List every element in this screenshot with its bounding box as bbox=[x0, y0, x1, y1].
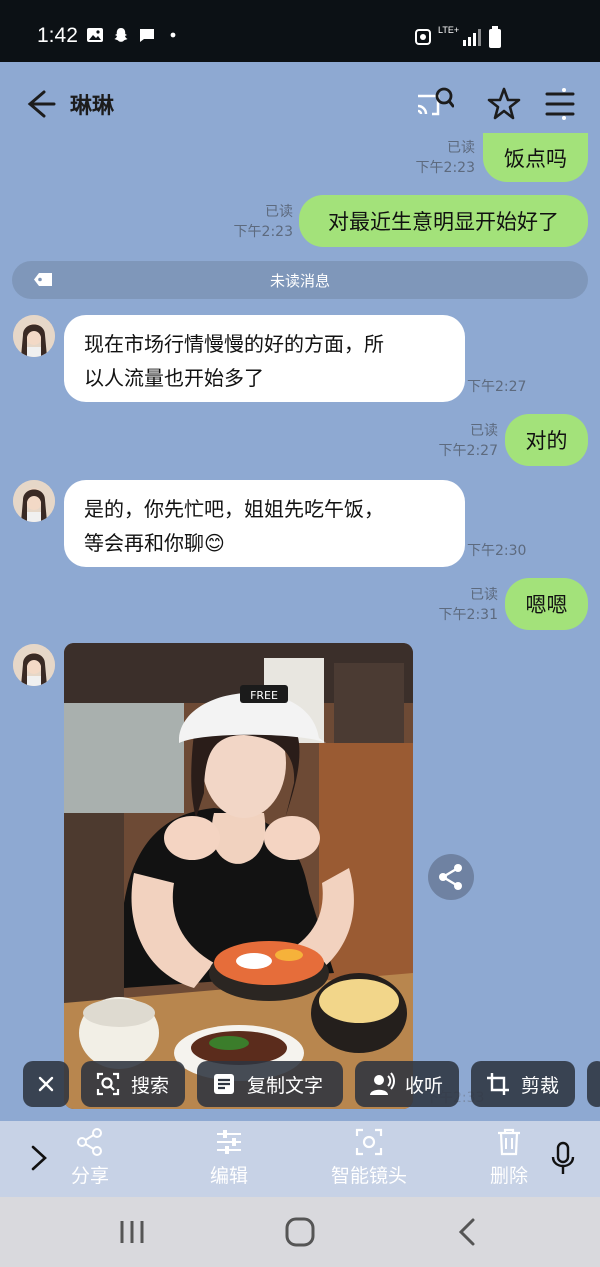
outgoing-message[interactable]: 饭点吗 bbox=[483, 133, 588, 182]
message-meta: 已读 下午2:31 bbox=[420, 585, 498, 625]
crop-icon bbox=[487, 1073, 509, 1095]
trash-icon bbox=[498, 1128, 520, 1156]
close-icon bbox=[38, 1076, 54, 1092]
toolbar-share-button[interactable]: 分享 bbox=[45, 1127, 135, 1188]
message-line: 现在市场行情慢慢的好的方面，所 bbox=[84, 332, 384, 356]
message-time: 下午2:27 bbox=[467, 379, 527, 395]
incoming-message[interactable]: 是的，你先忙吧，姐姐先吃午饭， 等会再和你聊😊 bbox=[64, 480, 465, 567]
message-meta: 已读 下午2:23 bbox=[215, 202, 293, 242]
unread-divider: 未读消息 bbox=[12, 261, 588, 299]
share-button[interactable] bbox=[428, 854, 474, 900]
message-text: 对最近生意明显开始好了 bbox=[328, 210, 559, 234]
toolbar-label: 分享 bbox=[70, 1165, 109, 1187]
toolbar-label: 智能镜头 bbox=[330, 1165, 407, 1187]
message-line: 以人流量也开始多了 bbox=[84, 366, 264, 390]
lens-search-chip[interactable]: 搜索 bbox=[81, 1061, 185, 1107]
message-icon bbox=[140, 29, 154, 42]
toolbar-label: 删除 bbox=[489, 1165, 528, 1187]
chip-label: 剪裁 bbox=[521, 1074, 560, 1097]
smart-lens-icon bbox=[355, 1128, 383, 1156]
smiling-face-emoji: 😊 bbox=[204, 531, 225, 555]
listen-icon bbox=[370, 1072, 395, 1095]
home-icon[interactable] bbox=[280, 1215, 320, 1249]
chip-label: 复制文字 bbox=[247, 1074, 324, 1097]
notification-icons bbox=[86, 26, 182, 44]
share-icon bbox=[439, 864, 462, 890]
outgoing-message[interactable]: 嗯嗯 bbox=[505, 578, 588, 630]
bottom-toolbar: 分享 编辑 智能镜头 删除 bbox=[0, 1121, 600, 1197]
back-nav-icon[interactable] bbox=[448, 1215, 488, 1249]
toolbar-smart-lens-button[interactable]: 智能镜头 bbox=[314, 1127, 424, 1188]
message-text: 嗯嗯 bbox=[525, 593, 568, 617]
message-text: 对的 bbox=[525, 429, 568, 453]
signal-icon bbox=[463, 29, 481, 46]
more-chip[interactable] bbox=[587, 1061, 600, 1107]
read-receipt: 已读 bbox=[470, 423, 498, 439]
chat-title: 琳琳 bbox=[70, 94, 115, 119]
cap-logo-text: FREE bbox=[250, 689, 278, 702]
microphone-icon[interactable] bbox=[548, 1141, 578, 1177]
message-meta: 已读 下午2:23 bbox=[400, 138, 475, 178]
outgoing-message[interactable]: 对最近生意明显开始好了 bbox=[299, 195, 588, 247]
system-nav-bar bbox=[0, 1197, 600, 1267]
photo-image: FREE bbox=[64, 643, 413, 1109]
message-time: 下午2:27 bbox=[438, 443, 498, 459]
avatar[interactable] bbox=[13, 315, 55, 357]
copy-text-icon bbox=[214, 1074, 234, 1094]
lens-search-icon bbox=[96, 1072, 120, 1096]
message-time: 下午2:30 bbox=[467, 543, 527, 559]
back-arrow-icon[interactable] bbox=[22, 86, 58, 122]
unread-label: 未读消息 bbox=[269, 272, 330, 290]
menu-icon[interactable] bbox=[540, 84, 580, 124]
read-receipt: 已读 bbox=[470, 587, 498, 603]
message-time: 下午2:31 bbox=[438, 607, 498, 623]
battery-icon bbox=[489, 26, 501, 48]
close-chips-button[interactable] bbox=[23, 1061, 69, 1107]
message-time: 下午2:23 bbox=[415, 160, 475, 176]
chip-label: 搜索 bbox=[131, 1074, 170, 1097]
incoming-message[interactable]: 现在市场行情慢慢的好的方面，所 以人流量也开始多了 bbox=[64, 315, 465, 402]
chat-header: 琳琳 bbox=[0, 62, 600, 140]
listen-chip[interactable]: 收听 bbox=[355, 1061, 459, 1107]
gallery-icon bbox=[87, 28, 103, 42]
message-meta: 已读 下午2:27 bbox=[420, 421, 498, 461]
photo-message[interactable]: FREE bbox=[64, 643, 413, 1109]
cast-search-icon[interactable] bbox=[414, 84, 454, 124]
status-bar: 1:42 LTE+ bbox=[0, 0, 600, 62]
favorite-star-icon[interactable] bbox=[484, 84, 524, 124]
avatar[interactable] bbox=[13, 644, 55, 686]
status-time: 1:42 bbox=[37, 24, 78, 47]
sliders-icon bbox=[217, 1130, 241, 1154]
toolbar-edit-button[interactable]: 编辑 bbox=[184, 1127, 274, 1188]
copy-text-chip[interactable]: 复制文字 bbox=[197, 1061, 343, 1107]
outgoing-message[interactable]: 对的 bbox=[505, 414, 588, 466]
toolbar-delete-button[interactable]: 删除 bbox=[464, 1127, 554, 1188]
read-receipt: 已读 bbox=[447, 140, 475, 156]
message-time: 下午2:23 bbox=[233, 224, 293, 240]
recent-apps-icon[interactable] bbox=[112, 1215, 152, 1249]
network-type: LTE+ bbox=[438, 25, 460, 35]
read-receipt: 已读 bbox=[265, 204, 293, 220]
crop-chip[interactable]: 剪裁 bbox=[471, 1061, 575, 1107]
chip-label: 收听 bbox=[405, 1074, 444, 1097]
message-line: 等会再和你聊😊 bbox=[84, 531, 225, 555]
share-icon bbox=[77, 1128, 102, 1156]
toolbar-label: 编辑 bbox=[209, 1165, 248, 1187]
avatar[interactable] bbox=[13, 480, 55, 522]
nfc-icon bbox=[415, 29, 431, 45]
message-text: 饭点吗 bbox=[504, 146, 567, 171]
more-notifications-icon bbox=[170, 32, 176, 38]
message-line: 是的，你先忙吧，姐姐先吃午饭， bbox=[84, 497, 384, 521]
snapchat-icon bbox=[114, 28, 128, 42]
